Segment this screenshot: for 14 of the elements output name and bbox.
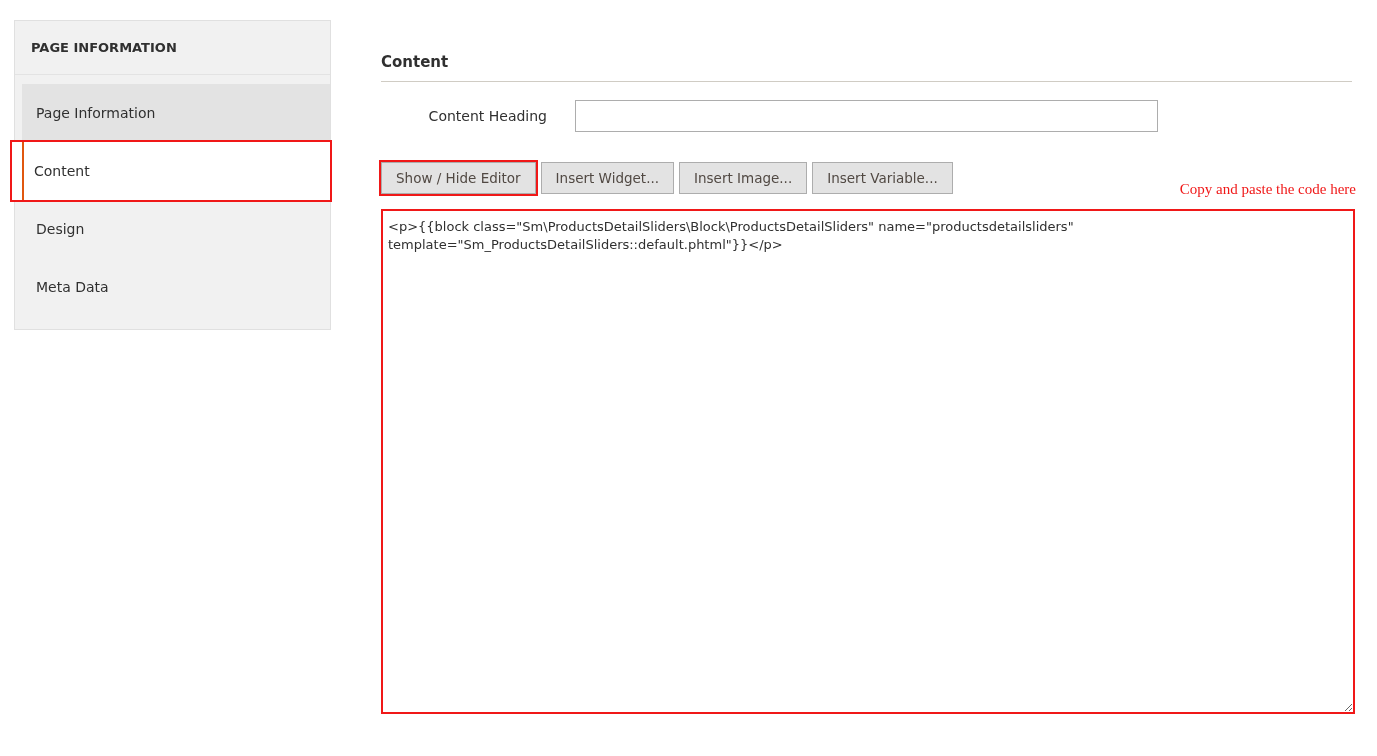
field-label: Content Heading <box>427 108 548 124</box>
section-title: Content <box>381 53 1352 82</box>
code-editor[interactable]: <p>{{block class="Sm\ProductsDetailSliders\Block\ProductsDetailSliders" name="productsdetailsliders" template="Sm_ProductsDetailSliders::default.phtml"}}</p> <box>381 209 1355 714</box>
toolbar-button[interactable]: Insert Variable... <box>812 162 953 194</box>
annotation-text: Copy and paste the code here <box>1179 181 1356 198</box>
toolbar-button[interactable]: Insert Widget... <box>540 162 675 194</box>
sidebar-item[interactable]: Meta Data <box>22 258 330 316</box>
input-field[interactable] <box>575 100 1158 132</box>
sidebar-item[interactable]: Design <box>22 200 330 258</box>
sidebar-item[interactable]: Page Information <box>22 84 330 142</box>
toolbar-button[interactable]: Show / Hide Editor <box>381 162 536 194</box>
sidebar-title: PAGE INFORMATION <box>15 21 330 75</box>
toolbar-button[interactable]: Insert Image... <box>679 162 808 194</box>
sidebar-item[interactable]: Content <box>12 142 330 200</box>
